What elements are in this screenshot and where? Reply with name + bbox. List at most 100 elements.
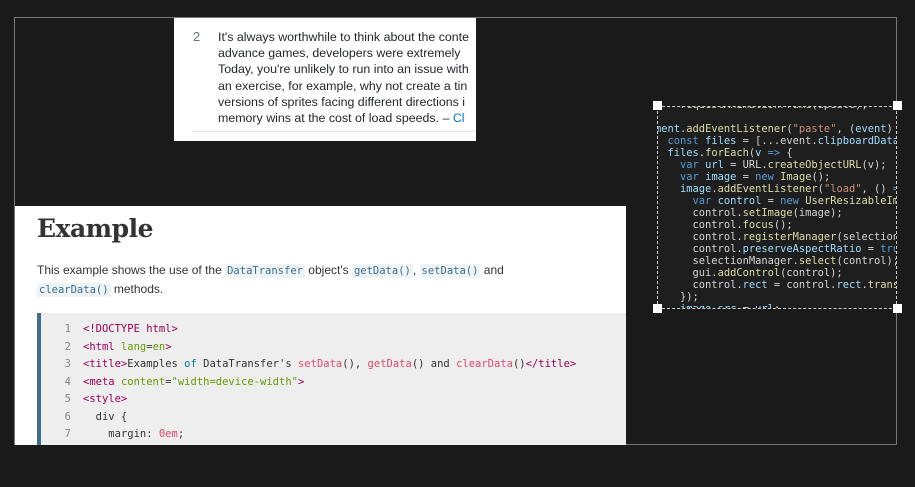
code-token: selectionManager.	[657, 255, 799, 267]
code-token: "paste"	[792, 123, 837, 135]
code-lines: 1 <!DOCTYPE html> 2 <html lang=en> 3 <title>E…	[41, 321, 626, 444]
code-token: <title>	[83, 358, 128, 370]
code-token: >	[165, 340, 172, 353]
code-cleardata: clearData()	[37, 283, 111, 297]
code-token: preserveAspectRatio	[742, 243, 862, 255]
editor-line: control.rect = control.rect.translate(0,…	[658, 279, 896, 291]
code-token: = URL.	[723, 159, 768, 171]
line-number: 1	[64, 323, 71, 335]
resize-handle-bottom-left[interactable]	[653, 304, 662, 313]
desc-text: ,	[412, 263, 420, 277]
code-token: setImage	[742, 207, 793, 219]
code-line: 3 <title>Examples of DataTransfer's setDa…	[41, 356, 626, 374]
editor-lines: requestAnimationFrame(update); ment.addE…	[657, 107, 897, 309]
code-token: <meta	[83, 375, 121, 388]
code-token: Image	[780, 171, 812, 183]
code-token: var	[657, 171, 699, 183]
code-token: margin:	[83, 428, 159, 440]
code-token: =>	[767, 147, 781, 159]
pasted-image-mdn-example[interactable]: Example This example shows the use of th…	[15, 206, 626, 445]
comment-line: versions of sprites facing different dir…	[218, 94, 466, 109]
comment-line: advance games, developers were extremely	[218, 46, 461, 61]
code-token: true	[880, 243, 896, 255]
code-token: =	[736, 303, 756, 309]
line-number: 7	[64, 428, 71, 440]
comment-author-link: Cl	[452, 111, 465, 126]
code-token: url	[755, 303, 774, 309]
desc-text: object's	[304, 263, 352, 277]
code-token: (control);	[780, 267, 843, 279]
code-token: gui.	[657, 267, 718, 279]
code-token: ;	[177, 428, 185, 440]
line-number: 4	[64, 375, 71, 388]
code-token: =	[736, 171, 756, 183]
code-token: (control);	[836, 255, 897, 267]
code-token: =>	[893, 183, 896, 195]
code-token: new	[780, 195, 799, 207]
code-block: 1 <!DOCTYPE html> 2 <html lang=en> 3 <title>E…	[37, 313, 626, 445]
code-token: control.	[657, 243, 743, 255]
code-token: select	[798, 255, 837, 267]
code-token: =	[861, 243, 881, 255]
code-token: lang	[120, 340, 147, 353]
code-token: files	[705, 135, 737, 147]
code-token: addEventListener	[686, 123, 787, 135]
code-token: event	[855, 123, 887, 135]
code-token: image	[680, 303, 712, 309]
comment-divider	[192, 131, 476, 132]
comment-score: 2	[193, 29, 201, 44]
code-token: "load"	[823, 183, 862, 195]
code-datatransfer: DataTransfer	[225, 264, 305, 278]
code-token: addEventListener	[717, 183, 818, 195]
editor-line: });	[657, 291, 896, 303]
code-setdata: setData()	[419, 264, 481, 278]
code-line: 2 <html lang=en>	[41, 339, 626, 357]
resize-handle-top-left[interactable]	[653, 101, 662, 110]
code-token: rect	[836, 279, 862, 291]
code-token: image	[680, 183, 712, 195]
code-token: (),	[342, 358, 368, 370]
code-token: (update);	[811, 107, 867, 111]
desc-text: This example shows the use of the	[37, 263, 226, 277]
code-token: addControl	[717, 267, 781, 279]
code-token: >	[297, 375, 305, 388]
code-token: of	[184, 358, 197, 370]
resize-handle-bottom-right[interactable]	[893, 304, 902, 313]
code-token: en	[152, 340, 166, 353]
code-token: control.	[657, 207, 743, 219]
desc-text: methods.	[110, 282, 164, 296]
pasted-image-code-editor[interactable]: requestAnimationFrame(update); ment.addE…	[657, 106, 897, 309]
code-token: (v);	[861, 159, 887, 171]
code-token: )	[886, 123, 893, 135]
code-token: ();	[811, 171, 831, 183]
example-heading: Example	[37, 214, 154, 243]
code-token: getData	[367, 358, 412, 370]
code-token: image	[705, 171, 737, 183]
code-token: <!DOCTYPE html>	[83, 323, 178, 335]
editor-line: files.forEach(v => {	[658, 147, 896, 159]
code-token: (selectionManager);	[836, 231, 896, 243]
pasted-image-comment[interactable]: 2 It's always worthwhile to think about …	[174, 18, 476, 141]
editor-line: control.focus();	[658, 219, 896, 231]
line-number: 6	[64, 410, 71, 423]
code-token: ();	[773, 219, 793, 231]
editor-line: image.addEventListener("load", () => {	[658, 183, 896, 195]
code-token: (image);	[792, 207, 843, 219]
code-token: <style>	[83, 393, 128, 405]
resize-handle-top-right[interactable]	[893, 101, 902, 110]
code-token: control.	[657, 231, 743, 243]
comment-line: memory wins at the cost of load speeds. …	[218, 110, 476, 126]
comment-line: It's always worthwhile to think about th…	[218, 30, 470, 44]
code-token: var	[657, 159, 699, 171]
code-token: {	[780, 147, 793, 159]
comment-line: Today, you're unlikely to run into an is…	[218, 62, 469, 77]
code-token: <html	[83, 340, 121, 353]
code-line: 1 <!DOCTYPE html>	[41, 321, 626, 339]
code-token: = control.	[767, 279, 837, 291]
code-token: url	[705, 159, 724, 171]
editor-line: var image = new Image();	[657, 171, 896, 183]
code-token: });	[657, 291, 699, 303]
